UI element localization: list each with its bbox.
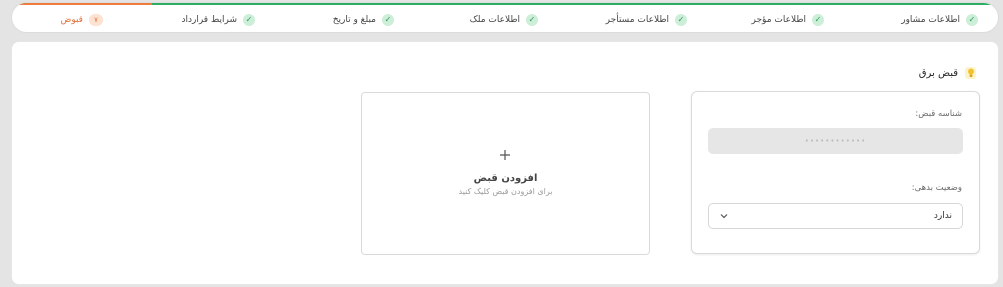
debt-status-label: وضعیت بدهی:	[911, 183, 962, 193]
step-number-badge: ۷	[89, 14, 103, 26]
check-icon: ✓	[966, 14, 978, 26]
bill-id-field: ••••••••••••	[708, 128, 963, 154]
add-bill-title: افزودن قبض	[473, 173, 538, 184]
step-consultant-info[interactable]: ✓ اطلاعات مشاور	[901, 13, 978, 27]
step-landlord-info[interactable]: ✓ اطلاعات مؤجر	[752, 13, 824, 27]
chevron-down-icon	[719, 211, 729, 221]
step-amount-date[interactable]: ✓ مبلغ و تاریخ	[333, 13, 394, 27]
progress-stepper: ✓ اطلاعات مشاور ✓ اطلاعات مؤجر ✓ اطلاعات…	[11, 2, 999, 33]
bill-id-label: شناسه قبض:	[915, 109, 962, 119]
step-label: اطلاعات ملک	[469, 15, 520, 25]
bill-id-value: ••••••••••••	[804, 137, 867, 145]
step-label: شرایط قرارداد	[181, 15, 237, 25]
check-icon: ✓	[675, 14, 687, 26]
plus-icon	[498, 147, 512, 161]
check-icon: ✓	[243, 14, 255, 26]
step-label: قبوض	[60, 15, 83, 25]
bills-panel: قبض برق شناسه قبض: •••••••••••• وضعیت بد…	[11, 41, 999, 285]
bill-card: شناسه قبض: •••••••••••• وضعیت بدهی: ندار…	[691, 91, 980, 254]
step-label: اطلاعات مشاور	[901, 15, 960, 25]
step-contract-terms[interactable]: ✓ شرایط قرارداد	[181, 13, 255, 27]
debt-status-select[interactable]: ندارد	[708, 203, 963, 229]
step-label: مبلغ و تاریخ	[332, 15, 376, 25]
section-title: قبض برق	[919, 67, 976, 79]
debt-status-value: ندارد	[933, 211, 952, 221]
step-property-info[interactable]: ✓ اطلاعات ملک	[470, 13, 538, 27]
step-tenant-info[interactable]: ✓ اطلاعات مستأجر	[606, 13, 687, 27]
check-icon: ✓	[382, 14, 394, 26]
add-bill-button[interactable]: افزودن قبض برای افزودن قبض کلیک کنید	[361, 92, 650, 255]
section-title-text: قبض برق	[918, 67, 958, 79]
lightbulb-icon	[965, 67, 976, 79]
check-icon: ✓	[812, 14, 824, 26]
step-label: اطلاعات مؤجر	[751, 15, 806, 25]
stepper-active-segment	[12, 3, 152, 5]
check-icon: ✓	[526, 14, 538, 26]
step-bills[interactable]: ۷ قبوض	[60, 13, 103, 27]
step-label: اطلاعات مستأجر	[605, 15, 669, 25]
add-bill-subtitle: برای افزودن قبض کلیک کنید	[458, 187, 553, 196]
stepper-progress-bar	[12, 3, 998, 5]
